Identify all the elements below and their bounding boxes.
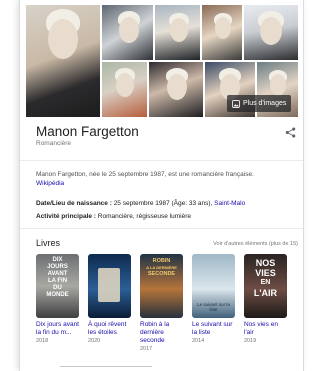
fact-label: Date/Lieu de naissance :: [36, 200, 112, 207]
more-images-button[interactable]: Plus d'images: [227, 95, 292, 112]
fact-value: Romancière, régisseuse lumière: [97, 213, 191, 220]
cover-text: NOS VIES EN L'AIR: [253, 258, 278, 298]
photo-thumb[interactable]: [102, 5, 153, 60]
book-item[interactable]: NOS VIES EN L'AIR Nos vies en l'air 2019: [244, 254, 287, 344]
more-books-link[interactable]: Voir d'autres éléments (plus de 15): [213, 241, 298, 247]
cover-text: DIX JOURS AVANT LA FIN DU MONDE: [46, 257, 69, 298]
book-item[interactable]: Le suivant sur la liste Le suivant sur l…: [192, 254, 235, 344]
knowledge-panel: Plus d'images Manon Fargetton Romancière…: [19, 0, 304, 371]
cover-text: Le suivant sur la liste: [197, 302, 230, 312]
book-cover[interactable]: Le suivant sur la liste: [192, 254, 235, 318]
fact-activity: Activité principale : Romancière, régiss…: [36, 213, 296, 220]
book-item[interactable]: DIX JOURS AVANT LA FIN DU MONDE Dix jour…: [36, 254, 79, 344]
book-title[interactable]: Le suivant sur la liste: [192, 321, 235, 337]
main-photo[interactable]: [26, 5, 100, 117]
fact-label: Activité principale :: [36, 213, 96, 220]
photo-thumb[interactable]: [202, 5, 242, 60]
birthplace-link[interactable]: Saint-Malo: [214, 200, 245, 207]
description-text: Manon Fargetton, née le 25 septembre 198…: [36, 171, 254, 178]
book-year: 2019: [244, 338, 257, 344]
fact-value: 25 septembre 1987 (Âge: 33 ans),: [113, 200, 213, 207]
fact-birth: Date/Lieu de naissance : 25 septembre 19…: [36, 200, 296, 207]
book-title[interactable]: Nos vies en l'air: [244, 321, 287, 337]
book-item[interactable]: À quoi rêvent les étoiles 2020: [88, 254, 131, 344]
entity-title: Manon Fargetton: [36, 124, 139, 139]
cover-illustration: [98, 268, 120, 302]
photo-face: [48, 19, 78, 59]
book-cover[interactable]: DIX JOURS AVANT LA FIN DU MONDE: [36, 254, 79, 318]
more-images-label: Plus d'images: [243, 100, 287, 107]
book-year: 2014: [192, 338, 205, 344]
image-icon: [232, 99, 240, 108]
books-title: Livres: [36, 238, 61, 248]
cover-text: ROBIN A LA DERNIÈRE SECONDE: [146, 258, 177, 277]
divider: [20, 228, 303, 229]
book-cover[interactable]: ROBIN A LA DERNIÈRE SECONDE: [140, 254, 183, 318]
photo-thumb[interactable]: [149, 62, 203, 117]
photo-thumb[interactable]: [155, 5, 200, 60]
description: Manon Fargetton, née le 25 septembre 198…: [36, 170, 291, 188]
divider: [60, 366, 152, 367]
book-title[interactable]: Robin à la dernière seconde: [140, 321, 183, 345]
divider: [20, 160, 303, 161]
book-year: 2017: [140, 346, 153, 352]
book-title[interactable]: Dix jours avant la fin du m...: [36, 321, 79, 337]
book-cover[interactable]: [88, 254, 131, 318]
title-row: Manon Fargetton: [36, 122, 298, 142]
book-cover[interactable]: NOS VIES EN L'AIR: [244, 254, 287, 318]
book-year: 2018: [36, 338, 49, 344]
photo-thumb[interactable]: [102, 62, 147, 117]
share-icon[interactable]: [285, 127, 296, 138]
wikipedia-link[interactable]: Wikipédia: [36, 179, 291, 188]
photo-thumb[interactable]: [244, 5, 298, 60]
book-item[interactable]: ROBIN A LA DERNIÈRE SECONDE Robin à la d…: [140, 254, 183, 352]
entity-subtitle: Romancière: [36, 140, 72, 147]
book-title[interactable]: À quoi rêvent les étoiles: [88, 321, 131, 337]
book-year: 2020: [88, 338, 101, 344]
